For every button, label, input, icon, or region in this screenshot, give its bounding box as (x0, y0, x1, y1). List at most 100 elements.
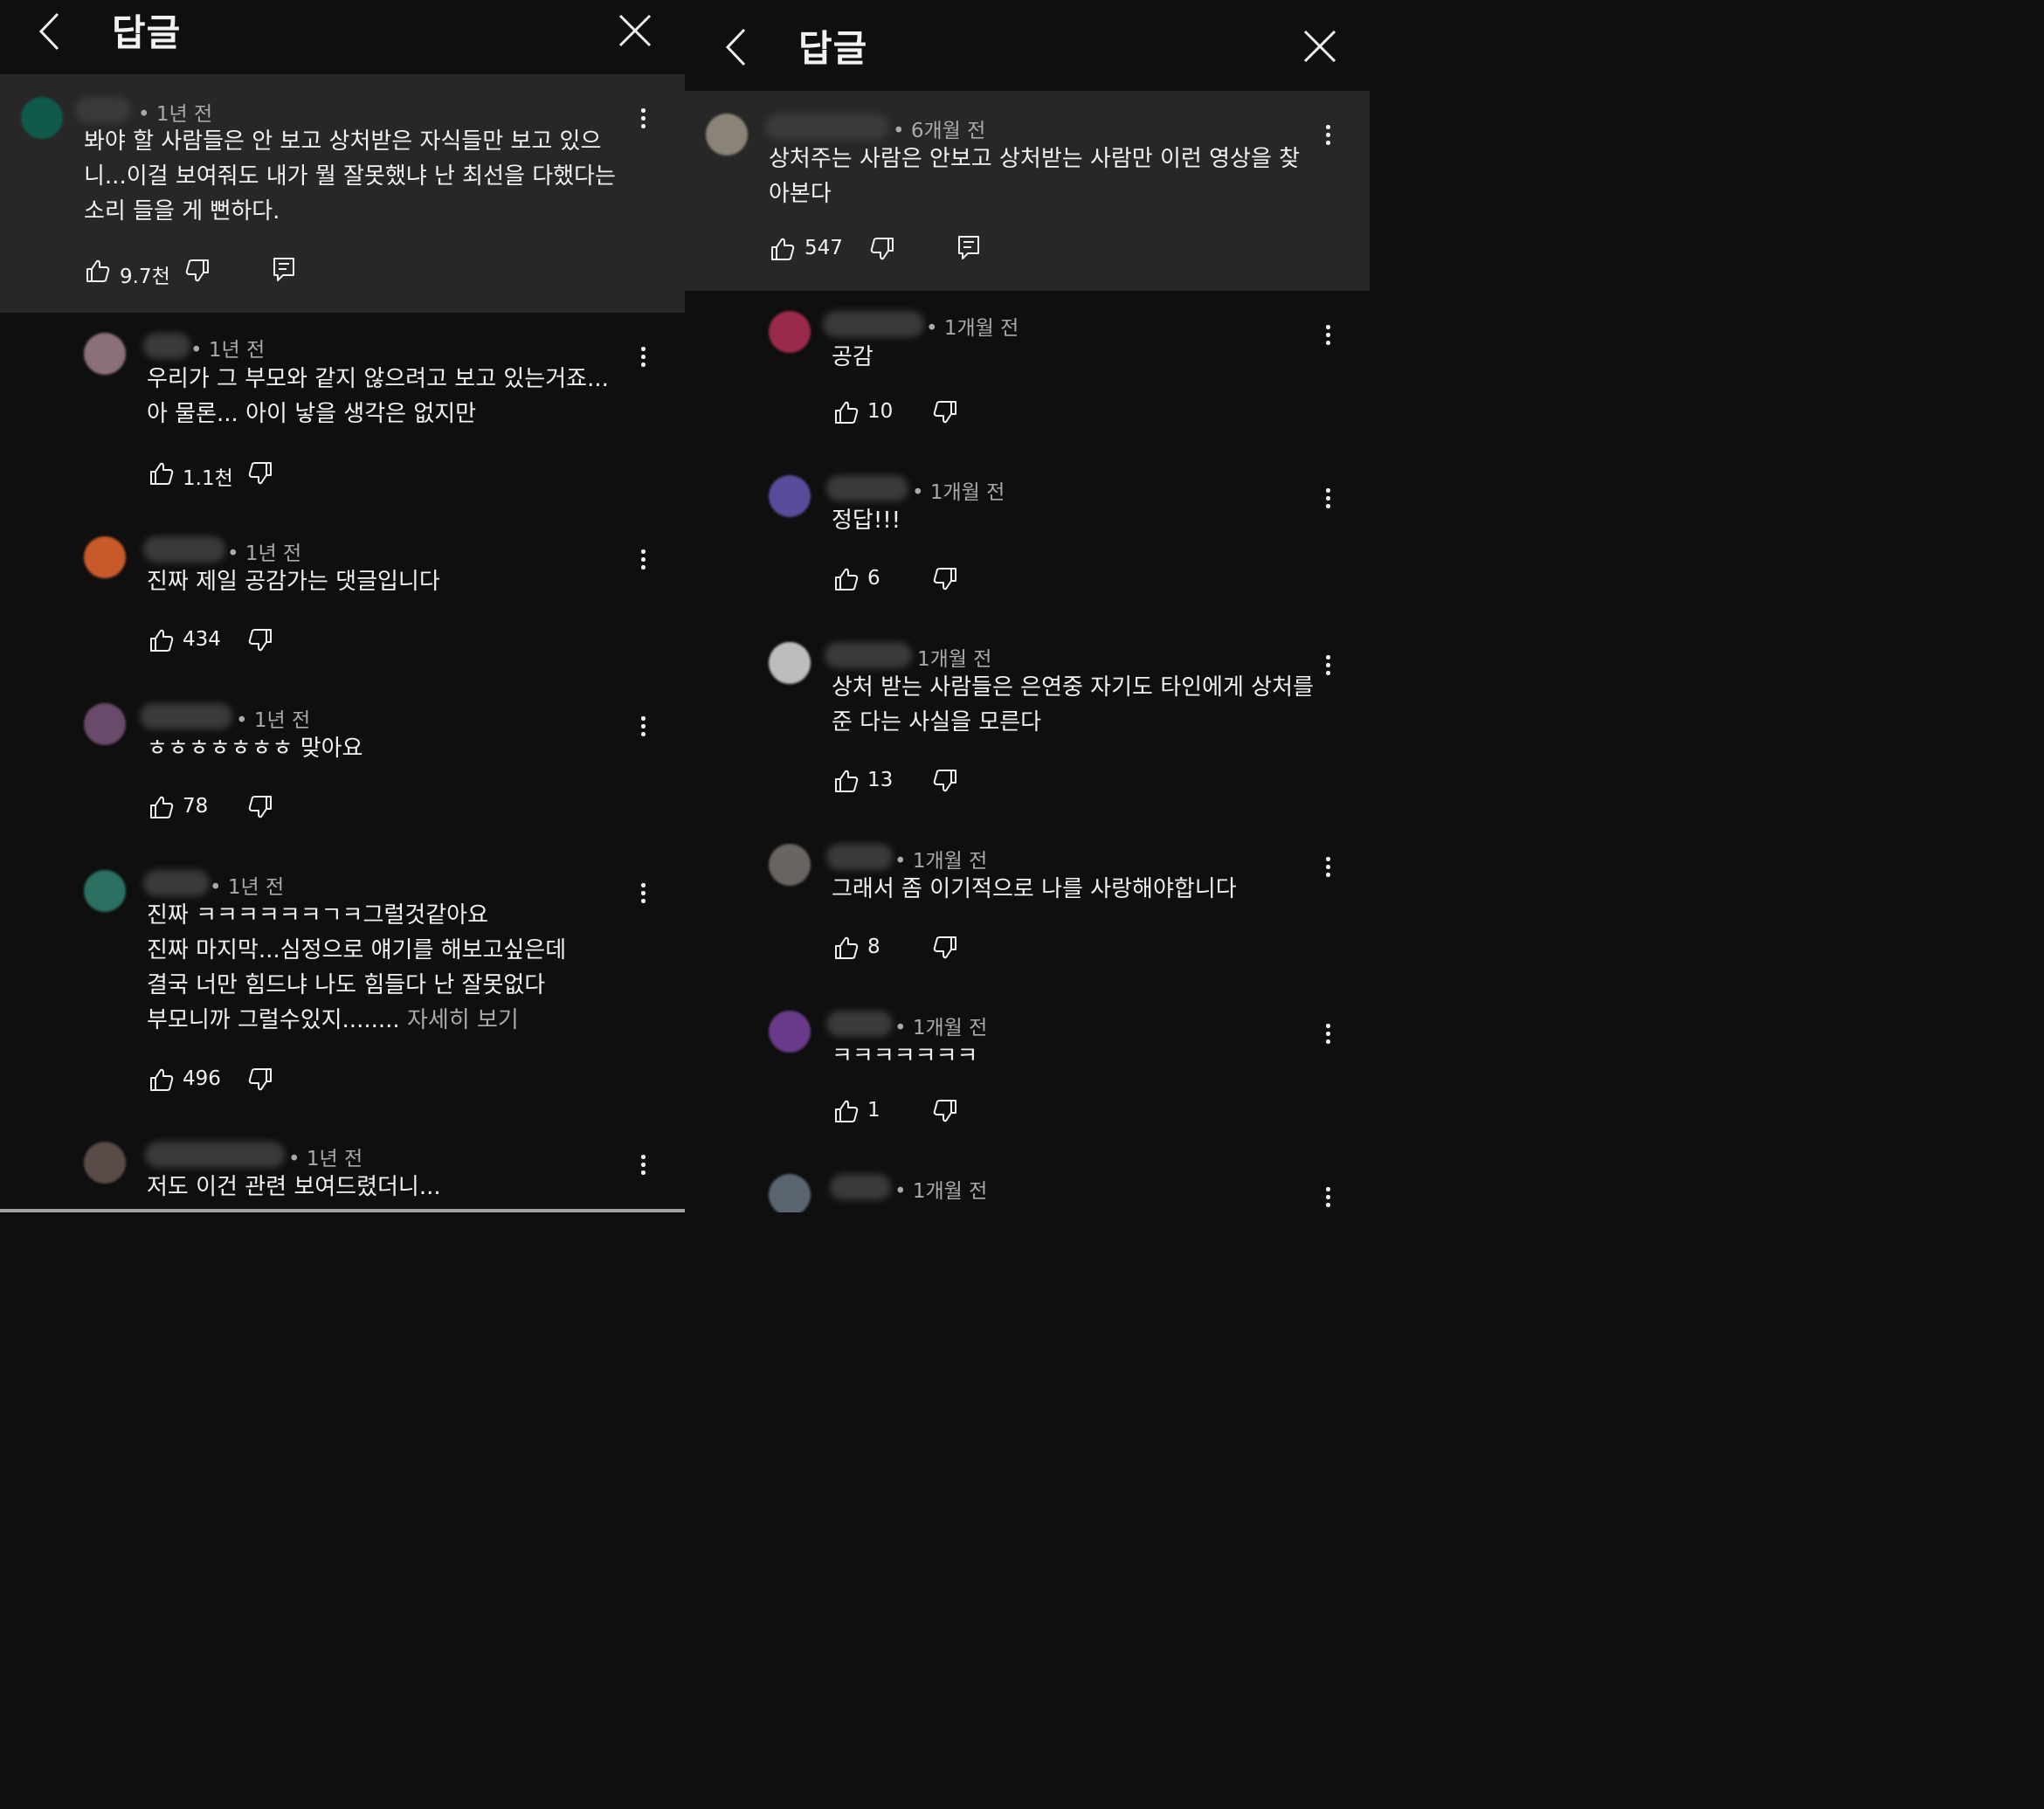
avatar[interactable] (769, 475, 811, 517)
page-title: 답글 (798, 27, 868, 70)
more-options-icon[interactable] (637, 106, 649, 132)
comment-text: 진짜 ㅋㅋㅋㅋㅋㅋㄱㅋ그럴것같아요 진짜 마지막...심정으로 얘기를 해보고싶… (147, 902, 567, 1033)
more-options-icon[interactable] (1322, 854, 1334, 880)
avatar[interactable] (84, 703, 126, 745)
more-options-icon[interactable] (637, 714, 649, 740)
bottom-scroll-strip (0, 1209, 685, 1212)
like-icon[interactable] (149, 461, 174, 486)
username-blurred[interactable] (143, 870, 210, 896)
like-icon[interactable] (149, 795, 174, 819)
like-icon[interactable] (834, 567, 859, 591)
avatar[interactable] (84, 1142, 126, 1184)
username-blurred[interactable] (140, 703, 232, 729)
close-icon[interactable] (1303, 30, 1336, 63)
username-blurred[interactable] (75, 97, 131, 123)
comment-time: • 1개월 전 (894, 850, 988, 873)
comment-text: 저도 이건 관련 보여드렸더니... (147, 1174, 441, 1200)
dislike-icon[interactable] (933, 567, 957, 591)
like-count: 10 (867, 400, 894, 423)
comment-text: 정답!!! (832, 507, 901, 534)
dislike-icon[interactable] (933, 936, 957, 960)
like-icon[interactable] (834, 400, 859, 425)
more-options-icon[interactable] (637, 547, 649, 573)
username-blurred[interactable] (823, 311, 924, 337)
back-icon[interactable] (37, 12, 63, 51)
like-icon[interactable] (834, 936, 859, 960)
like-icon[interactable] (149, 1067, 174, 1092)
like-count: 434 (183, 628, 221, 651)
comment-text: ㅎㅎㅎㅎㅎㅎㅎ 맞아요 (147, 735, 363, 762)
dislike-icon[interactable] (248, 1067, 273, 1092)
dislike-icon[interactable] (248, 795, 273, 819)
dislike-icon[interactable] (933, 400, 957, 425)
username-blurred[interactable] (826, 844, 893, 870)
comment-time: • 1개월 전 (894, 1017, 988, 1039)
like-count: 6 (867, 567, 880, 590)
more-options-icon[interactable] (1322, 122, 1334, 148)
avatar[interactable] (769, 642, 811, 684)
replies-panel-left: 답글 • 1년 전 봐야 할 사람들은 안 보고 상처받은 자식들만 보고 있으… (0, 0, 685, 1212)
more-options-icon[interactable] (637, 344, 649, 370)
replies-panel-right: 답글 • 6개월 전 상처주는 사람은 안보고 상처받는 사람만 이런 영상을 … (685, 0, 1370, 1212)
avatar[interactable] (769, 1174, 811, 1212)
avatar[interactable] (769, 1011, 811, 1053)
comment-text: 우리가 그 부모와 같지 않으려고 보고 있는거죠... 아 물론... 아이 … (147, 366, 609, 427)
dislike-icon[interactable] (248, 461, 273, 486)
more-options-icon[interactable] (1322, 652, 1334, 679)
more-options-icon[interactable] (1322, 1184, 1334, 1211)
like-count: 1 (867, 1099, 880, 1122)
reply-icon[interactable] (957, 235, 980, 261)
more-options-icon[interactable] (1322, 322, 1334, 349)
avatar[interactable] (769, 311, 811, 353)
comment-time: • 1개월 전 (894, 1180, 988, 1203)
username-blurred[interactable] (830, 1174, 891, 1200)
like-count: 8 (867, 936, 880, 958)
dislike-icon[interactable] (248, 628, 273, 652)
more-options-icon[interactable] (1322, 1021, 1334, 1047)
comment-time: • 1개월 전 (926, 317, 1019, 340)
avatar[interactable] (84, 333, 126, 375)
username-blurred[interactable] (145, 1142, 285, 1168)
more-options-icon[interactable] (637, 880, 649, 907)
avatar[interactable] (84, 870, 126, 912)
comment-time: • 1년 전 (227, 542, 302, 565)
comment-text: 상처 받는 사람들은 은연중 자기도 타인에게 상처를 준 다는 사실을 모른다 (832, 674, 1314, 735)
comment-time: • 1년 전 (138, 103, 213, 126)
like-icon[interactable] (149, 628, 174, 652)
like-icon[interactable] (770, 237, 795, 261)
comment-text: 상처주는 사람은 안보고 상처받는 사람만 이런 영상을 찾 아본다 (769, 146, 1301, 207)
comment-text: 그래서 좀 이기적으로 나를 사랑해야합니다 (832, 876, 1237, 902)
comment-text: 공감 (832, 344, 874, 370)
like-icon[interactable] (834, 1099, 859, 1123)
more-options-icon[interactable] (637, 1152, 649, 1178)
username-blurred[interactable] (143, 333, 190, 359)
like-icon[interactable] (86, 259, 110, 283)
username-blurred[interactable] (826, 1011, 893, 1037)
avatar[interactable] (706, 114, 748, 155)
reply-icon[interactable] (273, 257, 295, 283)
username-blurred[interactable] (143, 536, 225, 563)
dislike-icon[interactable] (933, 1099, 957, 1123)
like-count: 547 (804, 237, 843, 259)
close-icon[interactable] (618, 14, 652, 47)
read-more-link[interactable]: 자세히 보기 (407, 1007, 519, 1033)
more-options-icon[interactable] (1322, 486, 1334, 512)
dislike-icon[interactable] (933, 769, 957, 793)
avatar[interactable] (84, 536, 126, 578)
back-icon[interactable] (723, 28, 749, 66)
like-icon[interactable] (834, 769, 859, 793)
comment-time: • 1개월 전 (912, 481, 1005, 504)
username-blurred[interactable] (826, 475, 908, 501)
avatar[interactable] (21, 97, 63, 139)
like-count: 496 (183, 1067, 221, 1090)
comment-text: ㅋㅋㅋㅋㅋㅋㅋ (832, 1043, 978, 1069)
dislike-icon[interactable] (870, 237, 894, 261)
page-title: 답글 (112, 11, 182, 54)
username-blurred[interactable] (825, 642, 912, 668)
username-blurred[interactable] (765, 114, 889, 140)
avatar[interactable] (769, 844, 811, 886)
comment-text: 진짜 제일 공감가는 댓글입니다 (147, 569, 440, 595)
dislike-icon[interactable] (185, 259, 210, 283)
comment-time: • 1년 전 (236, 709, 311, 732)
comment-time: • 1년 전 (288, 1148, 363, 1170)
